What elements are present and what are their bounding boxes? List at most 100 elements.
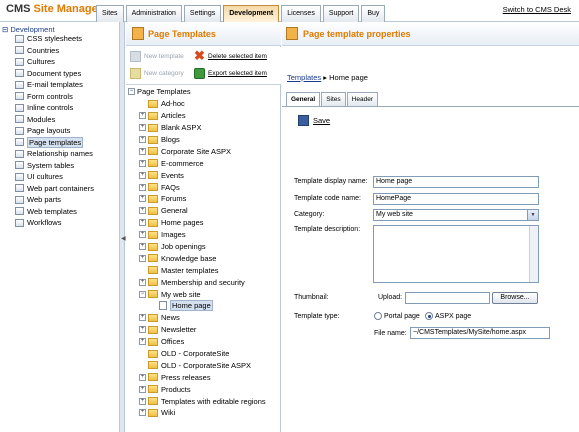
expand-icon[interactable]: +: [139, 112, 146, 120]
delete-selected-button[interactable]: ✖ Delete selected item: [194, 49, 267, 62]
sidebar-item-e-mail-templates[interactable]: E-mail templates: [15, 79, 94, 91]
tree-category-item[interactable]: − My web site: [128, 288, 280, 300]
tab-support[interactable]: Support: [322, 5, 360, 22]
tree-category-item[interactable]: + FAQs: [128, 181, 280, 193]
expand-icon[interactable]: +: [139, 195, 146, 203]
expand-icon[interactable]: +: [139, 409, 146, 417]
switch-to-cms-desk-link[interactable]: Switch to CMS Desk: [503, 5, 571, 14]
expand-icon[interactable]: +: [139, 373, 146, 381]
tree-category-item[interactable]: OLD - CorporateSite ASPX: [128, 359, 280, 371]
expand-icon[interactable]: +: [139, 231, 146, 239]
tab-buy[interactable]: Buy: [361, 5, 386, 22]
portal-page-radio[interactable]: Portal page: [374, 312, 420, 320]
browse-button[interactable]: Browse...: [492, 292, 538, 304]
tree-category-item[interactable]: + Offices: [128, 336, 280, 348]
sidebar-item-ui-cultures[interactable]: UI cultures: [15, 171, 94, 183]
expand-icon[interactable]: +: [139, 326, 146, 334]
collapse-icon[interactable]: −: [139, 290, 146, 298]
tab-sites[interactable]: Sites: [96, 5, 124, 22]
sidebar-item-cultures[interactable]: Cultures: [15, 56, 94, 68]
tree-category-item[interactable]: + Press releases: [128, 371, 280, 383]
sidebar-item-system-tables[interactable]: System tables: [15, 160, 94, 172]
aspx-page-radio[interactable]: ASPX page: [425, 312, 471, 320]
sidebar-item-countries[interactable]: Countries: [15, 45, 94, 57]
display-name-input[interactable]: Home page: [373, 176, 539, 188]
tree-category-item[interactable]: + General: [128, 205, 280, 217]
expand-icon[interactable]: +: [139, 147, 146, 155]
tab-settings[interactable]: Settings: [183, 5, 222, 22]
sidebar-item-web-templates[interactable]: Web templates: [15, 206, 94, 218]
tree-category-item[interactable]: + Home pages: [128, 217, 280, 229]
save-button[interactable]: Save: [298, 115, 330, 126]
tree-category-item[interactable]: + Events: [128, 169, 280, 181]
tree-category-item[interactable]: + Newsletter: [128, 324, 280, 336]
tree-category-item[interactable]: + E-commerce: [128, 157, 280, 169]
expand-icon[interactable]: +: [139, 171, 146, 179]
tab-header[interactable]: Header: [346, 92, 378, 106]
expand-icon[interactable]: +: [139, 254, 146, 262]
expand-icon[interactable]: +: [139, 338, 146, 346]
page-templates-icon: [132, 27, 144, 40]
tree-category-item[interactable]: + Job openings: [128, 241, 280, 253]
tree-category-item[interactable]: + Articles: [128, 110, 280, 122]
tree-template-item[interactable]: Home page: [128, 300, 280, 312]
tree-root[interactable]: − Page Templates: [128, 86, 280, 98]
description-scrollbar[interactable]: [529, 226, 538, 282]
sidebar-item-modules[interactable]: Modules: [15, 114, 94, 126]
tree-category-item[interactable]: + Blank ASPX: [128, 122, 280, 134]
new-category-button[interactable]: New category: [130, 68, 184, 79]
category-select[interactable]: My web site ▼: [373, 209, 539, 221]
export-selected-button[interactable]: Export selected item: [194, 68, 267, 79]
expand-icon[interactable]: +: [139, 219, 146, 227]
expand-icon[interactable]: +: [139, 136, 146, 143]
chevron-down-icon[interactable]: ▼: [527, 210, 538, 220]
expand-icon[interactable]: +: [139, 314, 146, 322]
sidebar-item-css-stylesheets[interactable]: CSS stylesheets: [15, 33, 94, 45]
new-template-button[interactable]: New template: [130, 51, 184, 62]
expand-icon[interactable]: +: [139, 243, 146, 251]
tree-category-item[interactable]: Master templates: [128, 264, 280, 276]
tree-category-item[interactable]: + Wiki: [128, 407, 280, 419]
expand-icon[interactable]: +: [139, 397, 146, 405]
tab-general[interactable]: General: [286, 92, 321, 106]
tree-category-item[interactable]: + News: [128, 312, 280, 324]
sidebar-item-page-layouts[interactable]: Page layouts: [15, 125, 94, 137]
expand-icon[interactable]: +: [139, 159, 146, 167]
breadcrumb-templates-link[interactable]: Templates: [287, 73, 321, 82]
expand-icon[interactable]: +: [139, 278, 146, 286]
expand-icon[interactable]: +: [139, 207, 146, 215]
tab-development[interactable]: Development: [223, 5, 280, 22]
collapse-arrow-icon[interactable]: ◀: [121, 235, 126, 242]
collapse-icon: −: [128, 88, 135, 96]
tab-licenses[interactable]: Licenses: [281, 5, 321, 22]
tree-category-item[interactable]: + Knowledge base: [128, 252, 280, 264]
panel-splitter[interactable]: ◀: [120, 22, 126, 432]
sidebar-item-inline-controls[interactable]: Inline controls: [15, 102, 94, 114]
tree-category-item[interactable]: OLD - CorporateSite: [128, 348, 280, 360]
expand-icon[interactable]: +: [139, 183, 146, 191]
tree-category-item[interactable]: + Blogs: [128, 134, 280, 146]
description-textarea[interactable]: [373, 225, 539, 283]
sidebar-item-web-parts[interactable]: Web parts: [15, 194, 94, 206]
sidebar-item-workflows[interactable]: Workflows: [15, 217, 94, 229]
tree-category-item[interactable]: + Images: [128, 229, 280, 241]
tab-administration[interactable]: Administration: [125, 5, 182, 22]
code-name-input[interactable]: HomePage: [373, 193, 539, 205]
tree-category-item[interactable]: + Products: [128, 383, 280, 395]
tree-category-item[interactable]: + Forums: [128, 193, 280, 205]
tree-category-item[interactable]: + Membership and security: [128, 276, 280, 288]
upload-file-input[interactable]: [405, 292, 490, 304]
tree-category-item[interactable]: + Templates with editable regions: [128, 395, 280, 407]
sidebar-item-document-types[interactable]: Document types: [15, 68, 94, 80]
tree-category-item[interactable]: Ad-hoc: [128, 98, 280, 110]
tree-item-label: OLD - CorporateSite ASPX: [161, 360, 252, 370]
file-name-input[interactable]: ~/CMSTemplates/MySite/home.aspx: [410, 327, 550, 339]
sidebar-item-form-controls[interactable]: Form controls: [15, 91, 94, 103]
tab-sites[interactable]: Sites: [321, 92, 346, 106]
expand-icon[interactable]: +: [139, 385, 146, 393]
sidebar-item-relationship-names[interactable]: Relationship names: [15, 148, 94, 160]
expand-icon[interactable]: +: [139, 124, 146, 132]
sidebar-item-web-part-containers[interactable]: Web part containers: [15, 183, 94, 195]
sidebar-item-page-templates[interactable]: Page templates: [15, 136, 94, 149]
tree-category-item[interactable]: + Corporate Site ASPX: [128, 145, 280, 157]
